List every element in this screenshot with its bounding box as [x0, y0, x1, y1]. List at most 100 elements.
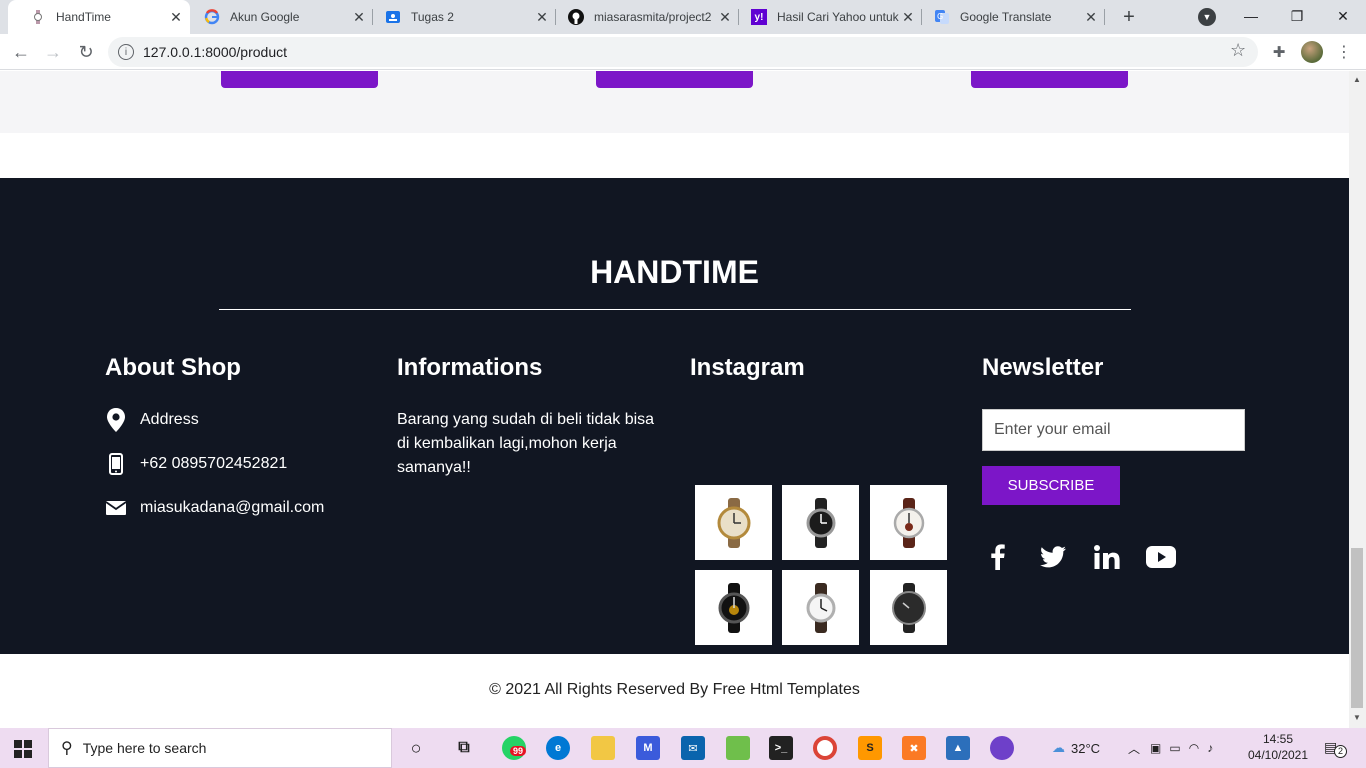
scroll-up-arrow-icon[interactable]: ▲ [1353, 75, 1361, 84]
instagram-heading: Instagram [690, 354, 805, 381]
email-row: miasukadana@gmail.com [105, 496, 324, 520]
informations-heading: Informations [397, 354, 543, 381]
tab-tugas-2[interactable]: Tugas 2 ✕ [373, 0, 556, 34]
task-view-icon[interactable]: ⧉ [452, 736, 476, 760]
watch-image-5[interactable] [782, 570, 859, 645]
google-g-icon [204, 9, 220, 25]
extensions-puzzle-icon[interactable]: ✚ [1269, 42, 1289, 62]
cortana-icon[interactable]: ○ [404, 736, 428, 760]
profile-avatar[interactable] [1301, 41, 1323, 63]
battery-icon[interactable]: ▭ [1169, 741, 1180, 755]
minimize-button[interactable]: — [1228, 0, 1274, 32]
whatsapp-icon[interactable]: 99 [502, 736, 527, 760]
tab-separator [1104, 9, 1105, 25]
phone-text: +62 0895702452821 [140, 455, 288, 472]
search-icon: ⚲ [61, 740, 73, 757]
github-icon [568, 9, 584, 25]
close-tab-icon[interactable]: ✕ [534, 9, 550, 25]
notification-icon[interactable]: ▤ 2 [1324, 739, 1347, 758]
product-button-1[interactable] [221, 71, 378, 88]
watch-image-3[interactable] [870, 485, 947, 560]
phone-row: +62 0895702452821 [105, 452, 287, 476]
clock[interactable]: 14:55 04/10/2021 [1245, 731, 1311, 763]
github-desktop-icon[interactable] [990, 736, 1014, 760]
about-shop-heading: About Shop [105, 354, 241, 381]
reload-icon[interactable]: ↻ [72, 38, 100, 66]
product-section [0, 71, 1349, 133]
close-tab-icon[interactable]: ✕ [1083, 9, 1099, 25]
new-tab-button[interactable]: + [1117, 5, 1141, 29]
clock-date: 04/10/2021 [1247, 748, 1309, 762]
xampp-icon[interactable]: ✖ [902, 736, 926, 760]
terminal-icon[interactable]: >_ [769, 736, 793, 760]
email-placeholder: Enter your email [994, 421, 1111, 438]
tab-title: Tugas 2 [411, 10, 454, 24]
meet-now-icon[interactable]: ▣ [1150, 741, 1161, 755]
linkedin-icon[interactable] [1091, 541, 1123, 573]
watch-image-6[interactable] [870, 570, 947, 645]
close-tab-icon[interactable]: ✕ [168, 9, 184, 25]
back-arrow-icon[interactable]: ← [7, 38, 35, 66]
app-m-icon[interactable]: M [636, 736, 660, 760]
tab-title: miasarasmita/project2 [594, 10, 712, 24]
tab-search-icon[interactable]: ▼ [1198, 8, 1216, 26]
watch-favicon-icon [30, 9, 46, 25]
facebook-icon[interactable] [982, 541, 1014, 573]
tab-akun-google[interactable]: Akun Google ✕ [190, 0, 373, 34]
tab-title: Hasil Cari Yahoo untuk [777, 10, 899, 24]
sublime-text-icon[interactable]: S [858, 736, 882, 760]
menu-kebab-icon[interactable]: ⋮ [1336, 40, 1352, 64]
file-explorer-icon[interactable] [591, 736, 615, 760]
browser-toolbar: ← → ↻ i 127.0.0.1:8000/product ☆ ✚ ⋮ [0, 34, 1366, 70]
twitter-icon[interactable] [1037, 541, 1069, 573]
bookmark-star-icon[interactable]: ☆ [1230, 40, 1246, 61]
address-bar[interactable]: i 127.0.0.1:8000/product ☆ [108, 37, 1258, 67]
mail-icon[interactable]: ✉ [681, 736, 705, 760]
forward-arrow-icon[interactable]: → [39, 38, 67, 66]
edge-browser-icon[interactable]: e [546, 736, 570, 760]
wifi-icon[interactable]: ◠ [1189, 741, 1199, 755]
address-text: Address [140, 411, 199, 428]
scrollbar-thumb[interactable] [1351, 548, 1363, 708]
browser-tab-strip: HandTime ✕ Akun Google ✕ Tugas 2 ✕ miasa… [0, 0, 1366, 34]
youtube-icon[interactable] [1145, 541, 1177, 573]
watch-image-4[interactable] [695, 570, 772, 645]
restore-button[interactable]: ❐ [1274, 0, 1320, 32]
close-window-button[interactable]: ✕ [1320, 0, 1366, 32]
mobile-phone-icon [105, 452, 127, 476]
taskbar-search-box[interactable]: ⚲ Type here to search [48, 728, 392, 768]
tab-yahoo[interactable]: y! Hasil Cari Yahoo untuk ✕ [739, 0, 922, 34]
newsletter-email-input[interactable]: Enter your email [982, 409, 1245, 451]
photos-icon[interactable]: ▲ [946, 736, 970, 760]
scroll-down-arrow-icon[interactable]: ▼ [1353, 713, 1361, 722]
volume-icon[interactable]: ♪ [1207, 741, 1213, 755]
close-tab-icon[interactable]: ✕ [717, 9, 733, 25]
weather-widget[interactable]: ☁ 32°C [1052, 728, 1100, 768]
notification-count: 2 [1334, 745, 1347, 758]
product-button-2[interactable] [596, 71, 753, 88]
yahoo-icon: y! [751, 9, 767, 25]
leaf-app-icon[interactable] [726, 736, 750, 760]
close-tab-icon[interactable]: ✕ [900, 9, 916, 25]
watch-image-2[interactable] [782, 485, 859, 560]
product-button-3[interactable] [971, 71, 1128, 88]
info-icon[interactable]: i [118, 44, 134, 60]
windows-start-icon[interactable] [14, 740, 32, 763]
envelope-icon [105, 496, 127, 520]
brand-divider [219, 309, 1131, 310]
tab-handtime[interactable]: HandTime ✕ [8, 0, 190, 34]
chrome-icon[interactable] [813, 736, 837, 760]
tab-google-translate[interactable]: G Google Translate ✕ [922, 0, 1105, 34]
tray-icons: ︿ ▣ ▭ ◠ ♪ [1128, 728, 1213, 768]
chevron-up-icon[interactable]: ︿ [1128, 740, 1140, 757]
close-tab-icon[interactable]: ✕ [351, 9, 367, 25]
url-text: 127.0.0.1:8000/product [143, 44, 288, 60]
tab-github[interactable]: miasarasmita/project2 ✕ [556, 0, 739, 34]
copyright-text: © 2021 All Rights Reserved By Free Html … [489, 681, 860, 698]
location-pin-icon [105, 408, 127, 432]
email-text[interactable]: miasukadana@gmail.com [140, 499, 324, 517]
watch-image-1[interactable] [695, 485, 772, 560]
subscribe-button[interactable]: SUBSCRIBE [982, 466, 1120, 505]
clock-time: 14:55 [1262, 732, 1294, 746]
page-scrollbar[interactable]: ▲ ▼ [1349, 71, 1366, 728]
